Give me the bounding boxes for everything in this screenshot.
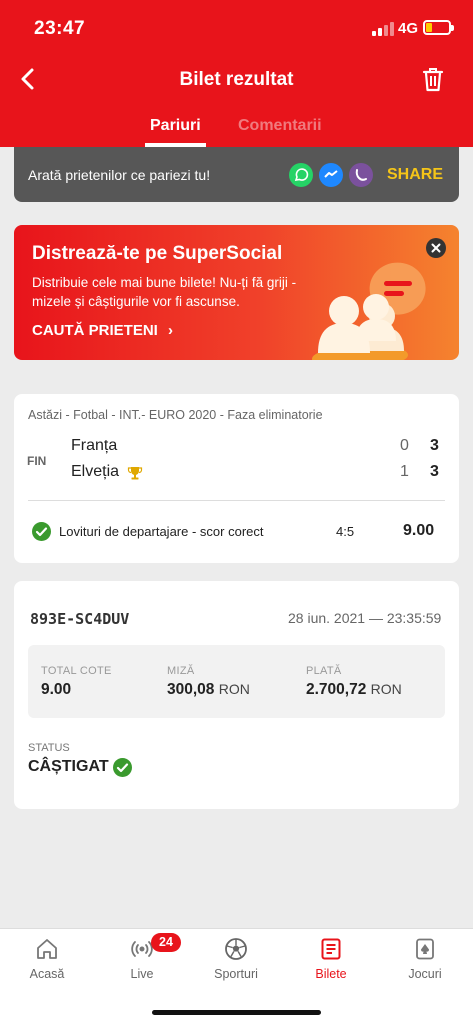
home-score-final: 3	[430, 437, 439, 454]
tab-comments[interactable]: Comentarii	[238, 117, 322, 135]
trash-icon	[422, 68, 444, 92]
nav-label-sports: Sporturi	[214, 967, 258, 981]
payout-value: 2.700,72 RON	[306, 681, 402, 699]
promo-title: Distrează-te pe SuperSocial	[32, 243, 283, 264]
match-meta: Astăzi - Fotbal - INT.- EURO 2020 - Faza…	[28, 408, 323, 422]
signal-icon	[372, 22, 394, 36]
payout-label: PLATĂ	[306, 665, 342, 677]
ticket-icon	[321, 938, 341, 960]
share-bar: Arată prietenilor ce pariezi tu! SHARE	[14, 147, 459, 202]
away-team: Elveția	[71, 463, 120, 480]
total-odds-value: 9.00	[41, 681, 72, 698]
bottom-navigation: Acasă 24 Live Sporturi Bilete Jocuri	[0, 928, 473, 1024]
viber-icon[interactable]	[349, 163, 373, 187]
status-bar: 23:47 4G	[0, 0, 473, 56]
stake-currency: RON	[218, 681, 250, 697]
messenger-icon[interactable]	[319, 163, 343, 187]
nav-item-sports[interactable]: Sporturi	[189, 929, 283, 991]
friends-chat-illustration	[312, 262, 426, 360]
delete-ticket-button[interactable]	[418, 64, 448, 94]
nav-item-home[interactable]: Acasă	[0, 929, 94, 991]
network-type: 4G	[398, 20, 419, 37]
bet-won-check-icon	[32, 522, 51, 541]
live-count-badge: 24	[151, 933, 181, 952]
nav-label-tickets: Bilete	[315, 967, 347, 981]
trophy-icon	[127, 467, 143, 480]
match-card[interactable]: Astăzi - Fotbal - INT.- EURO 2020 - Faza…	[14, 394, 459, 563]
bet-odds: 9.00	[403, 522, 435, 539]
match-status: FIN	[27, 454, 47, 468]
page-title: Bilet rezultat	[179, 69, 294, 90]
status-value: CÂȘTIGAT	[28, 758, 109, 775]
ticket-date: 28 iun. 2021 — 23:35:59	[288, 610, 442, 626]
stake-value: 300,08 RON	[167, 681, 250, 699]
total-odds-label: TOTAL COTE	[41, 665, 112, 677]
nav-item-tickets[interactable]: Bilete	[284, 929, 378, 991]
promo-text: Distribuie cele mai bune bilete! Nu-ți f…	[32, 275, 297, 309]
ticket-id: 893E-SC4DUV	[30, 610, 130, 628]
find-friends-link[interactable]: CAUTĂ PRIETENI ›	[32, 322, 173, 339]
divider	[28, 500, 445, 501]
share-button[interactable]: SHARE	[387, 166, 443, 184]
nav-item-games[interactable]: Jocuri	[378, 929, 472, 991]
status-label: STATUS	[28, 742, 70, 754]
bet-pick: 4:5	[336, 524, 355, 539]
payout-amount: 2.700,72	[306, 681, 367, 698]
ticket-summary-card: 893E-SC4DUV 28 iun. 2021 — 23:35:59 TOTA…	[14, 581, 459, 809]
app-header: 23:47 4G Bilet rezultat Pariuri Comentar…	[0, 0, 473, 147]
home-indicator	[152, 1010, 321, 1015]
find-friends-label: CAUTĂ PRIETENI	[32, 322, 158, 339]
nav-label-live: Live	[130, 967, 154, 981]
whatsapp-icon[interactable]	[289, 163, 313, 187]
away-score-final: 3	[430, 463, 439, 480]
tab-bets[interactable]: Pariuri	[150, 117, 201, 135]
away-score-halftime: 1	[400, 463, 409, 480]
payout-currency: RON	[370, 681, 402, 697]
soccer-ball-icon	[225, 938, 247, 960]
home-icon	[37, 939, 57, 959]
nav-item-live[interactable]: 24 Live	[95, 929, 189, 991]
home-team: Franța	[71, 437, 118, 454]
bet-market: Lovituri de departajare - scor corect	[59, 524, 264, 539]
home-score-halftime: 0	[400, 437, 409, 454]
chevron-right-icon: ›	[168, 322, 174, 339]
cards-icon	[416, 938, 434, 960]
share-prompt: Arată prietenilor ce pariezi tu!	[28, 167, 211, 183]
battery-icon	[423, 20, 454, 35]
status-won-check-icon	[113, 758, 132, 777]
nav-label-games: Jocuri	[408, 967, 442, 981]
ticket-totals: TOTAL COTE 9.00 MIZĂ 300,08 RON PLATĂ 2.…	[28, 645, 445, 718]
stake-amount: 300,08	[167, 681, 215, 698]
stake-label: MIZĂ	[167, 665, 195, 677]
nav-label-home: Acasă	[29, 967, 65, 981]
status-time: 23:47	[34, 18, 86, 39]
supersocial-promo-banner[interactable]: Distrează-te pe SuperSocial Distribuie c…	[14, 225, 459, 360]
